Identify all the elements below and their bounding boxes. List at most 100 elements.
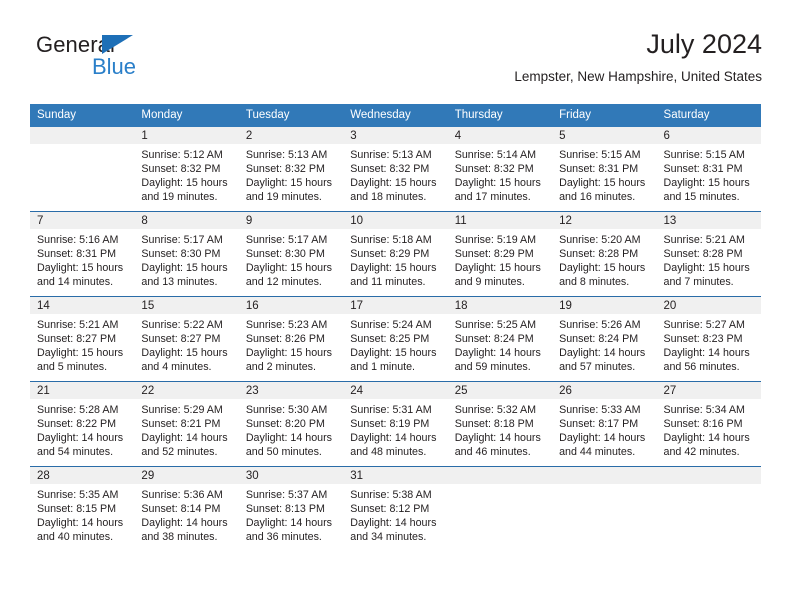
daylight-text-line1: Daylight: 14 hours (245, 517, 332, 529)
calendar-day-cell[interactable]: 17 Sunrise: 5:24 AM Sunset: 8:25 PM Dayl… (343, 296, 448, 382)
calendar-day-cell[interactable]: 26 Sunrise: 5:33 AM Sunset: 8:17 PM Dayl… (552, 381, 657, 467)
daylight-text-line2: and 50 minutes. (245, 446, 322, 458)
calendar-day-cell[interactable]: 16 Sunrise: 5:23 AM Sunset: 8:26 PM Dayl… (238, 296, 344, 382)
sunset-text: Sunset: 8:31 PM (559, 163, 639, 175)
calendar-day-cell[interactable]: 15 Sunrise: 5:22 AM Sunset: 8:27 PM Dayl… (134, 296, 239, 382)
calendar-day-cell[interactable]: 11 Sunrise: 5:19 AM Sunset: 8:29 PM Dayl… (447, 211, 553, 297)
daylight-text-line1: Daylight: 15 hours (663, 262, 750, 274)
calendar-day-cell[interactable]: 7 Sunrise: 5:16 AM Sunset: 8:31 PM Dayli… (30, 211, 135, 297)
sunrise-text: Sunrise: 5:32 AM (454, 404, 537, 416)
daylight-text-line2: and 36 minutes. (245, 531, 322, 543)
sunset-text: Sunset: 8:28 PM (559, 248, 639, 260)
sunrise-text: Sunrise: 5:19 AM (454, 234, 537, 246)
calendar-page: General Blue July 2024 Lempster, New Ham… (0, 0, 792, 612)
weekday-header-thursday: Thursday (447, 104, 553, 127)
calendar-day-cell[interactable]: 4 Sunrise: 5:14 AM Sunset: 8:32 PM Dayli… (447, 127, 553, 212)
calendar-day-cell[interactable]: 24 Sunrise: 5:31 AM Sunset: 8:19 PM Dayl… (343, 381, 448, 467)
sunrise-text: Sunrise: 5:25 AM (454, 319, 537, 331)
calendar-day-cell[interactable]: 2 Sunrise: 5:13 AM Sunset: 8:32 PM Dayli… (238, 127, 344, 212)
day-details: Sunrise: 5:29 AM Sunset: 8:21 PM Dayligh… (134, 399, 238, 459)
day-details (30, 144, 134, 148)
calendar-day-cell[interactable]: 29 Sunrise: 5:36 AM Sunset: 8:14 PM Dayl… (134, 466, 239, 551)
daylight-text-line1: Daylight: 14 hours (141, 517, 228, 529)
calendar-day-cell[interactable]: 9 Sunrise: 5:17 AM Sunset: 8:30 PM Dayli… (238, 211, 344, 297)
location-subtitle: Lempster, New Hampshire, United States (514, 69, 762, 84)
calendar-day-cell[interactable]: 10 Sunrise: 5:18 AM Sunset: 8:29 PM Dayl… (343, 211, 448, 297)
calendar-day-cell[interactable] (552, 466, 657, 551)
day-number: 19 (552, 297, 657, 314)
day-details: Sunrise: 5:27 AM Sunset: 8:23 PM Dayligh… (657, 314, 761, 374)
day-details: Sunrise: 5:24 AM Sunset: 8:25 PM Dayligh… (343, 314, 447, 374)
day-details: Sunrise: 5:30 AM Sunset: 8:20 PM Dayligh… (239, 399, 343, 459)
daylight-text-line1: Daylight: 15 hours (37, 262, 124, 274)
daylight-text-line1: Daylight: 15 hours (350, 347, 437, 359)
daylight-text-line2: and 2 minutes. (245, 361, 316, 373)
daylight-text-line1: Daylight: 15 hours (245, 262, 332, 274)
sunrise-text: Sunrise: 5:28 AM (37, 404, 119, 416)
calendar-day-cell[interactable]: 19 Sunrise: 5:26 AM Sunset: 8:24 PM Dayl… (552, 296, 657, 382)
daylight-text-line2: and 13 minutes. (141, 276, 218, 288)
calendar-day-cell[interactable]: 18 Sunrise: 5:25 AM Sunset: 8:24 PM Dayl… (447, 296, 553, 382)
calendar-day-cell[interactable] (656, 466, 761, 551)
sunset-text: Sunset: 8:16 PM (663, 418, 743, 430)
calendar-day-cell[interactable]: 6 Sunrise: 5:15 AM Sunset: 8:31 PM Dayli… (656, 127, 761, 212)
weekday-header-monday: Monday (134, 104, 239, 127)
daylight-text-line1: Daylight: 15 hours (454, 177, 541, 189)
sunset-text: Sunset: 8:17 PM (559, 418, 639, 430)
sunset-text: Sunset: 8:19 PM (350, 418, 430, 430)
daylight-text-line2: and 7 minutes. (663, 276, 734, 288)
day-number: 9 (238, 212, 344, 229)
daylight-text-line2: and 17 minutes. (454, 191, 531, 203)
sunset-text: Sunset: 8:30 PM (141, 248, 221, 260)
daylight-text-line1: Daylight: 14 hours (663, 347, 750, 359)
day-number: 4 (447, 127, 553, 144)
calendar-day-cell[interactable]: 12 Sunrise: 5:20 AM Sunset: 8:28 PM Dayl… (552, 211, 657, 297)
weekday-header-sunday: Sunday (30, 104, 135, 127)
calendar-day-cell[interactable]: 27 Sunrise: 5:34 AM Sunset: 8:16 PM Dayl… (656, 381, 761, 467)
sunset-text: Sunset: 8:22 PM (37, 418, 117, 430)
calendar-day-cell[interactable]: 21 Sunrise: 5:28 AM Sunset: 8:22 PM Dayl… (30, 381, 135, 467)
calendar-day-cell[interactable]: 20 Sunrise: 5:27 AM Sunset: 8:23 PM Dayl… (656, 296, 761, 382)
day-details: Sunrise: 5:13 AM Sunset: 8:32 PM Dayligh… (343, 144, 447, 204)
weekday-header-saturday: Saturday (656, 104, 761, 127)
sunset-text: Sunset: 8:26 PM (245, 333, 325, 345)
day-number: 31 (343, 467, 448, 484)
sunrise-text: Sunrise: 5:20 AM (559, 234, 641, 246)
calendar-day-cell[interactable]: 31 Sunrise: 5:38 AM Sunset: 8:12 PM Dayl… (343, 466, 448, 551)
daylight-text-line2: and 38 minutes. (141, 531, 218, 543)
calendar-day-cell[interactable] (30, 127, 135, 212)
day-number (447, 467, 553, 484)
daylight-text-line1: Daylight: 14 hours (350, 517, 437, 529)
sunrise-text: Sunrise: 5:15 AM (559, 149, 641, 161)
calendar-day-cell[interactable]: 14 Sunrise: 5:21 AM Sunset: 8:27 PM Dayl… (30, 296, 135, 382)
sunrise-text: Sunrise: 5:29 AM (141, 404, 223, 416)
calendar-day-cell[interactable]: 1 Sunrise: 5:12 AM Sunset: 8:32 PM Dayli… (134, 127, 239, 212)
calendar-day-cell[interactable] (447, 466, 553, 551)
day-number: 21 (30, 382, 135, 399)
day-number: 5 (552, 127, 657, 144)
daylight-text-line1: Daylight: 15 hours (350, 262, 437, 274)
sunrise-text: Sunrise: 5:38 AM (350, 489, 432, 501)
calendar-day-cell[interactable]: 3 Sunrise: 5:13 AM Sunset: 8:32 PM Dayli… (343, 127, 448, 212)
day-number: 20 (656, 297, 761, 314)
daylight-text-line1: Daylight: 14 hours (245, 432, 332, 444)
calendar-day-cell[interactable]: 30 Sunrise: 5:37 AM Sunset: 8:13 PM Dayl… (238, 466, 344, 551)
daylight-text-line2: and 19 minutes. (141, 191, 218, 203)
calendar-day-cell[interactable]: 5 Sunrise: 5:15 AM Sunset: 8:31 PM Dayli… (552, 127, 657, 212)
day-details: Sunrise: 5:17 AM Sunset: 8:30 PM Dayligh… (239, 229, 343, 289)
calendar-day-cell[interactable]: 22 Sunrise: 5:29 AM Sunset: 8:21 PM Dayl… (134, 381, 239, 467)
weekday-header-friday: Friday (552, 104, 657, 127)
daylight-text-line1: Daylight: 14 hours (350, 432, 437, 444)
calendar-day-cell[interactable]: 25 Sunrise: 5:32 AM Sunset: 8:18 PM Dayl… (447, 381, 553, 467)
calendar-day-cell[interactable]: 28 Sunrise: 5:35 AM Sunset: 8:15 PM Dayl… (30, 466, 135, 551)
calendar-day-cell[interactable]: 23 Sunrise: 5:30 AM Sunset: 8:20 PM Dayl… (238, 381, 344, 467)
daylight-text-line2: and 14 minutes. (37, 276, 114, 288)
generalblue-logo[interactable]: General Blue (36, 32, 186, 84)
daylight-text-line2: and 42 minutes. (663, 446, 740, 458)
sunset-text: Sunset: 8:25 PM (350, 333, 430, 345)
day-number: 23 (238, 382, 344, 399)
calendar-day-cell[interactable]: 13 Sunrise: 5:21 AM Sunset: 8:28 PM Dayl… (656, 211, 761, 297)
sunrise-text: Sunrise: 5:31 AM (350, 404, 432, 416)
day-number: 30 (238, 467, 344, 484)
calendar-day-cell[interactable]: 8 Sunrise: 5:17 AM Sunset: 8:30 PM Dayli… (134, 211, 239, 297)
